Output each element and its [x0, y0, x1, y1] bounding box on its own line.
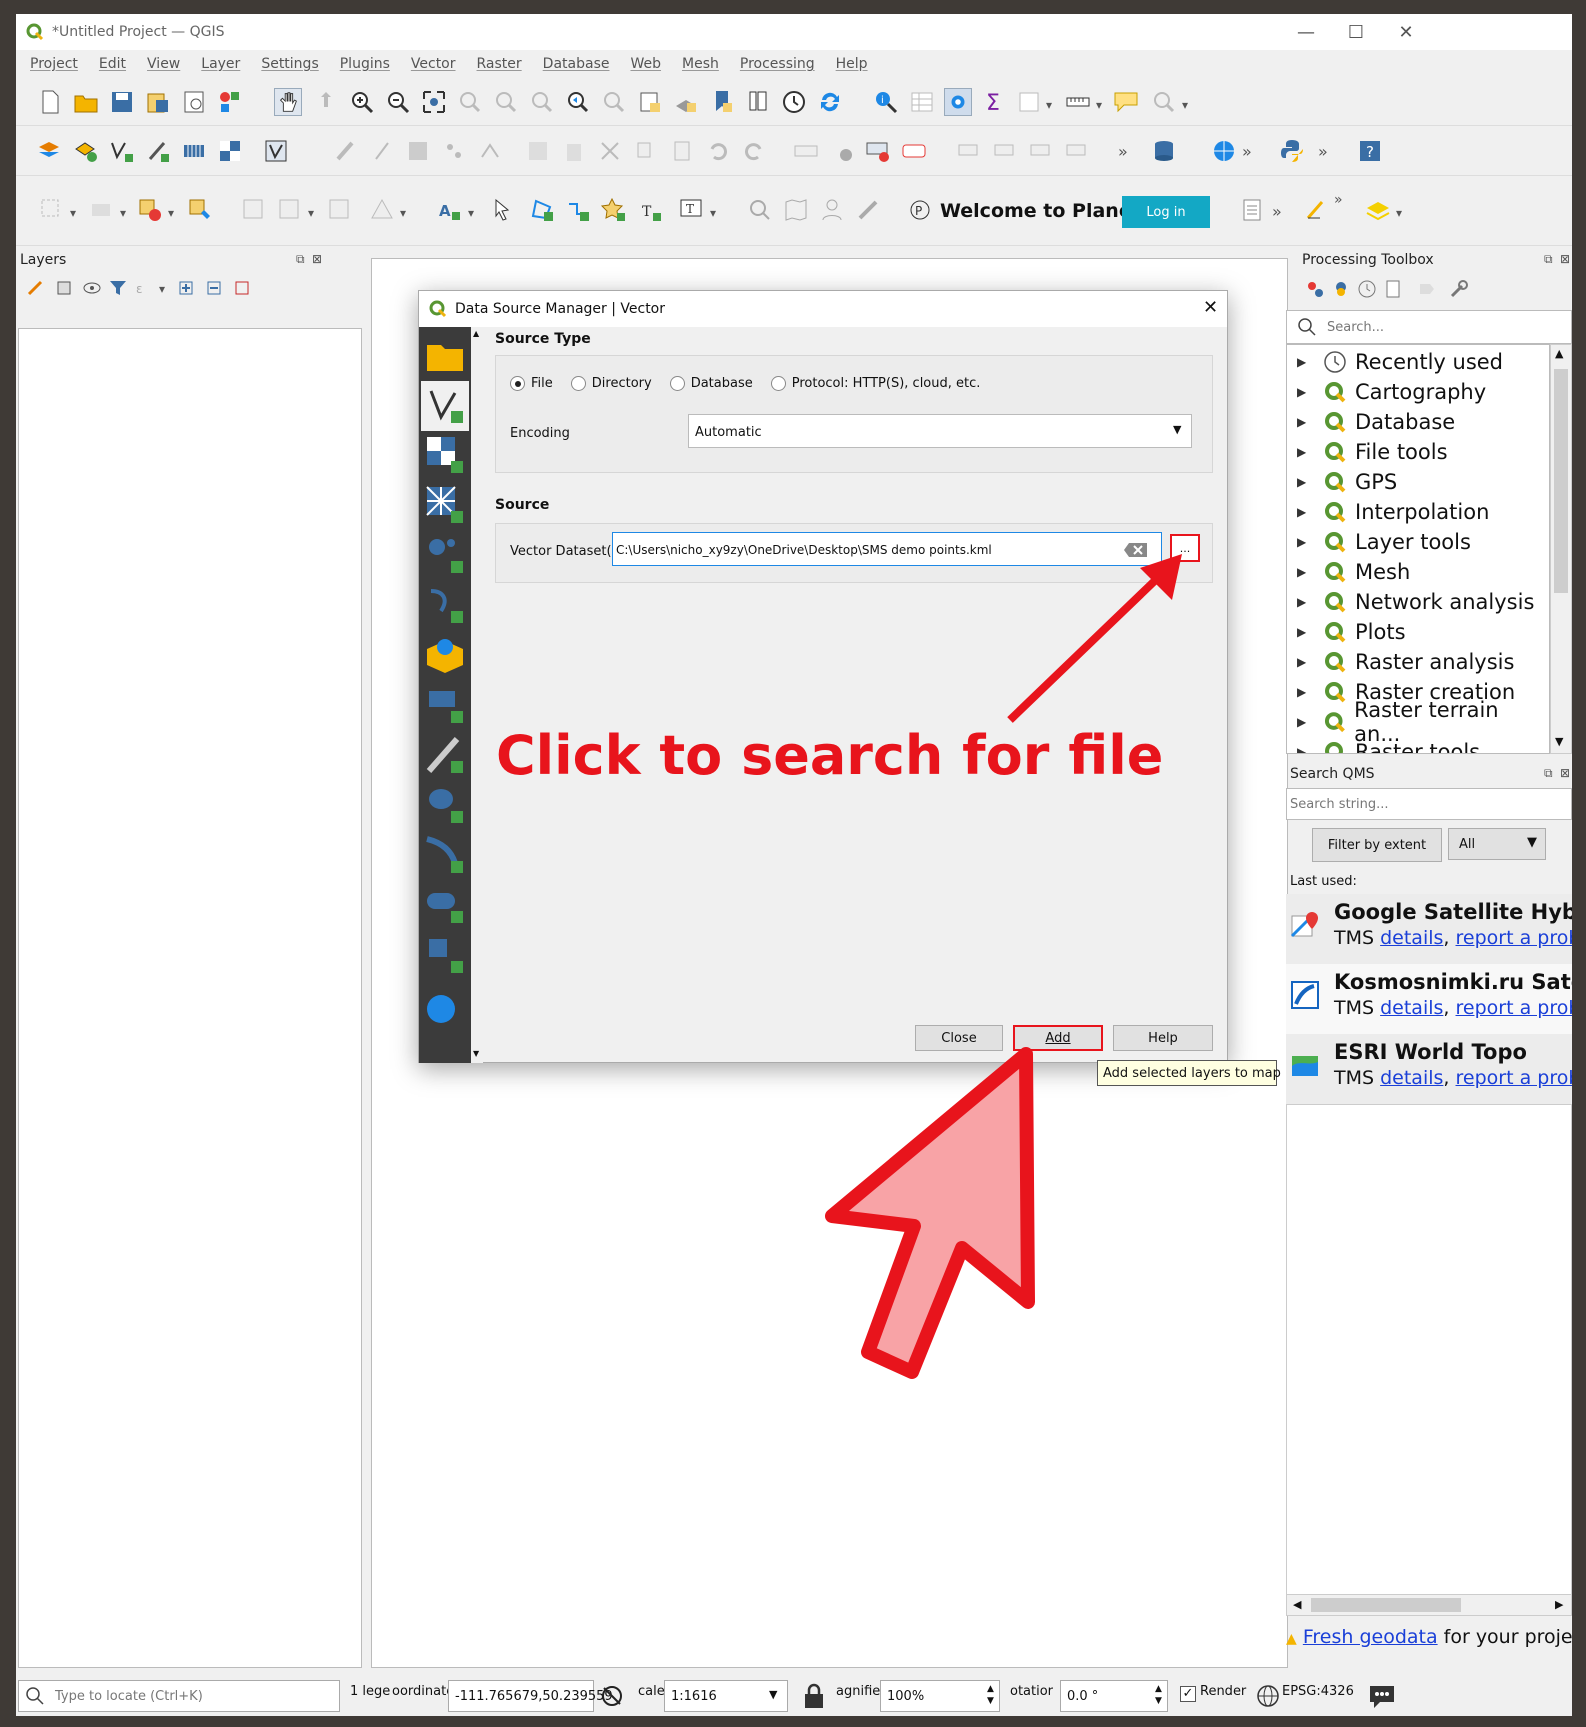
annotation-arrow-line [1007, 567, 1169, 723]
annotation-big-pointer-arrow [825, 1047, 1035, 1379]
annotation-text: Click to search for file [496, 724, 1164, 787]
qgis-window: *Untitled Project — QGIS — ☐ ✕ Project E… [16, 14, 1572, 1716]
annotation-overlay [825, 554, 1182, 1379]
